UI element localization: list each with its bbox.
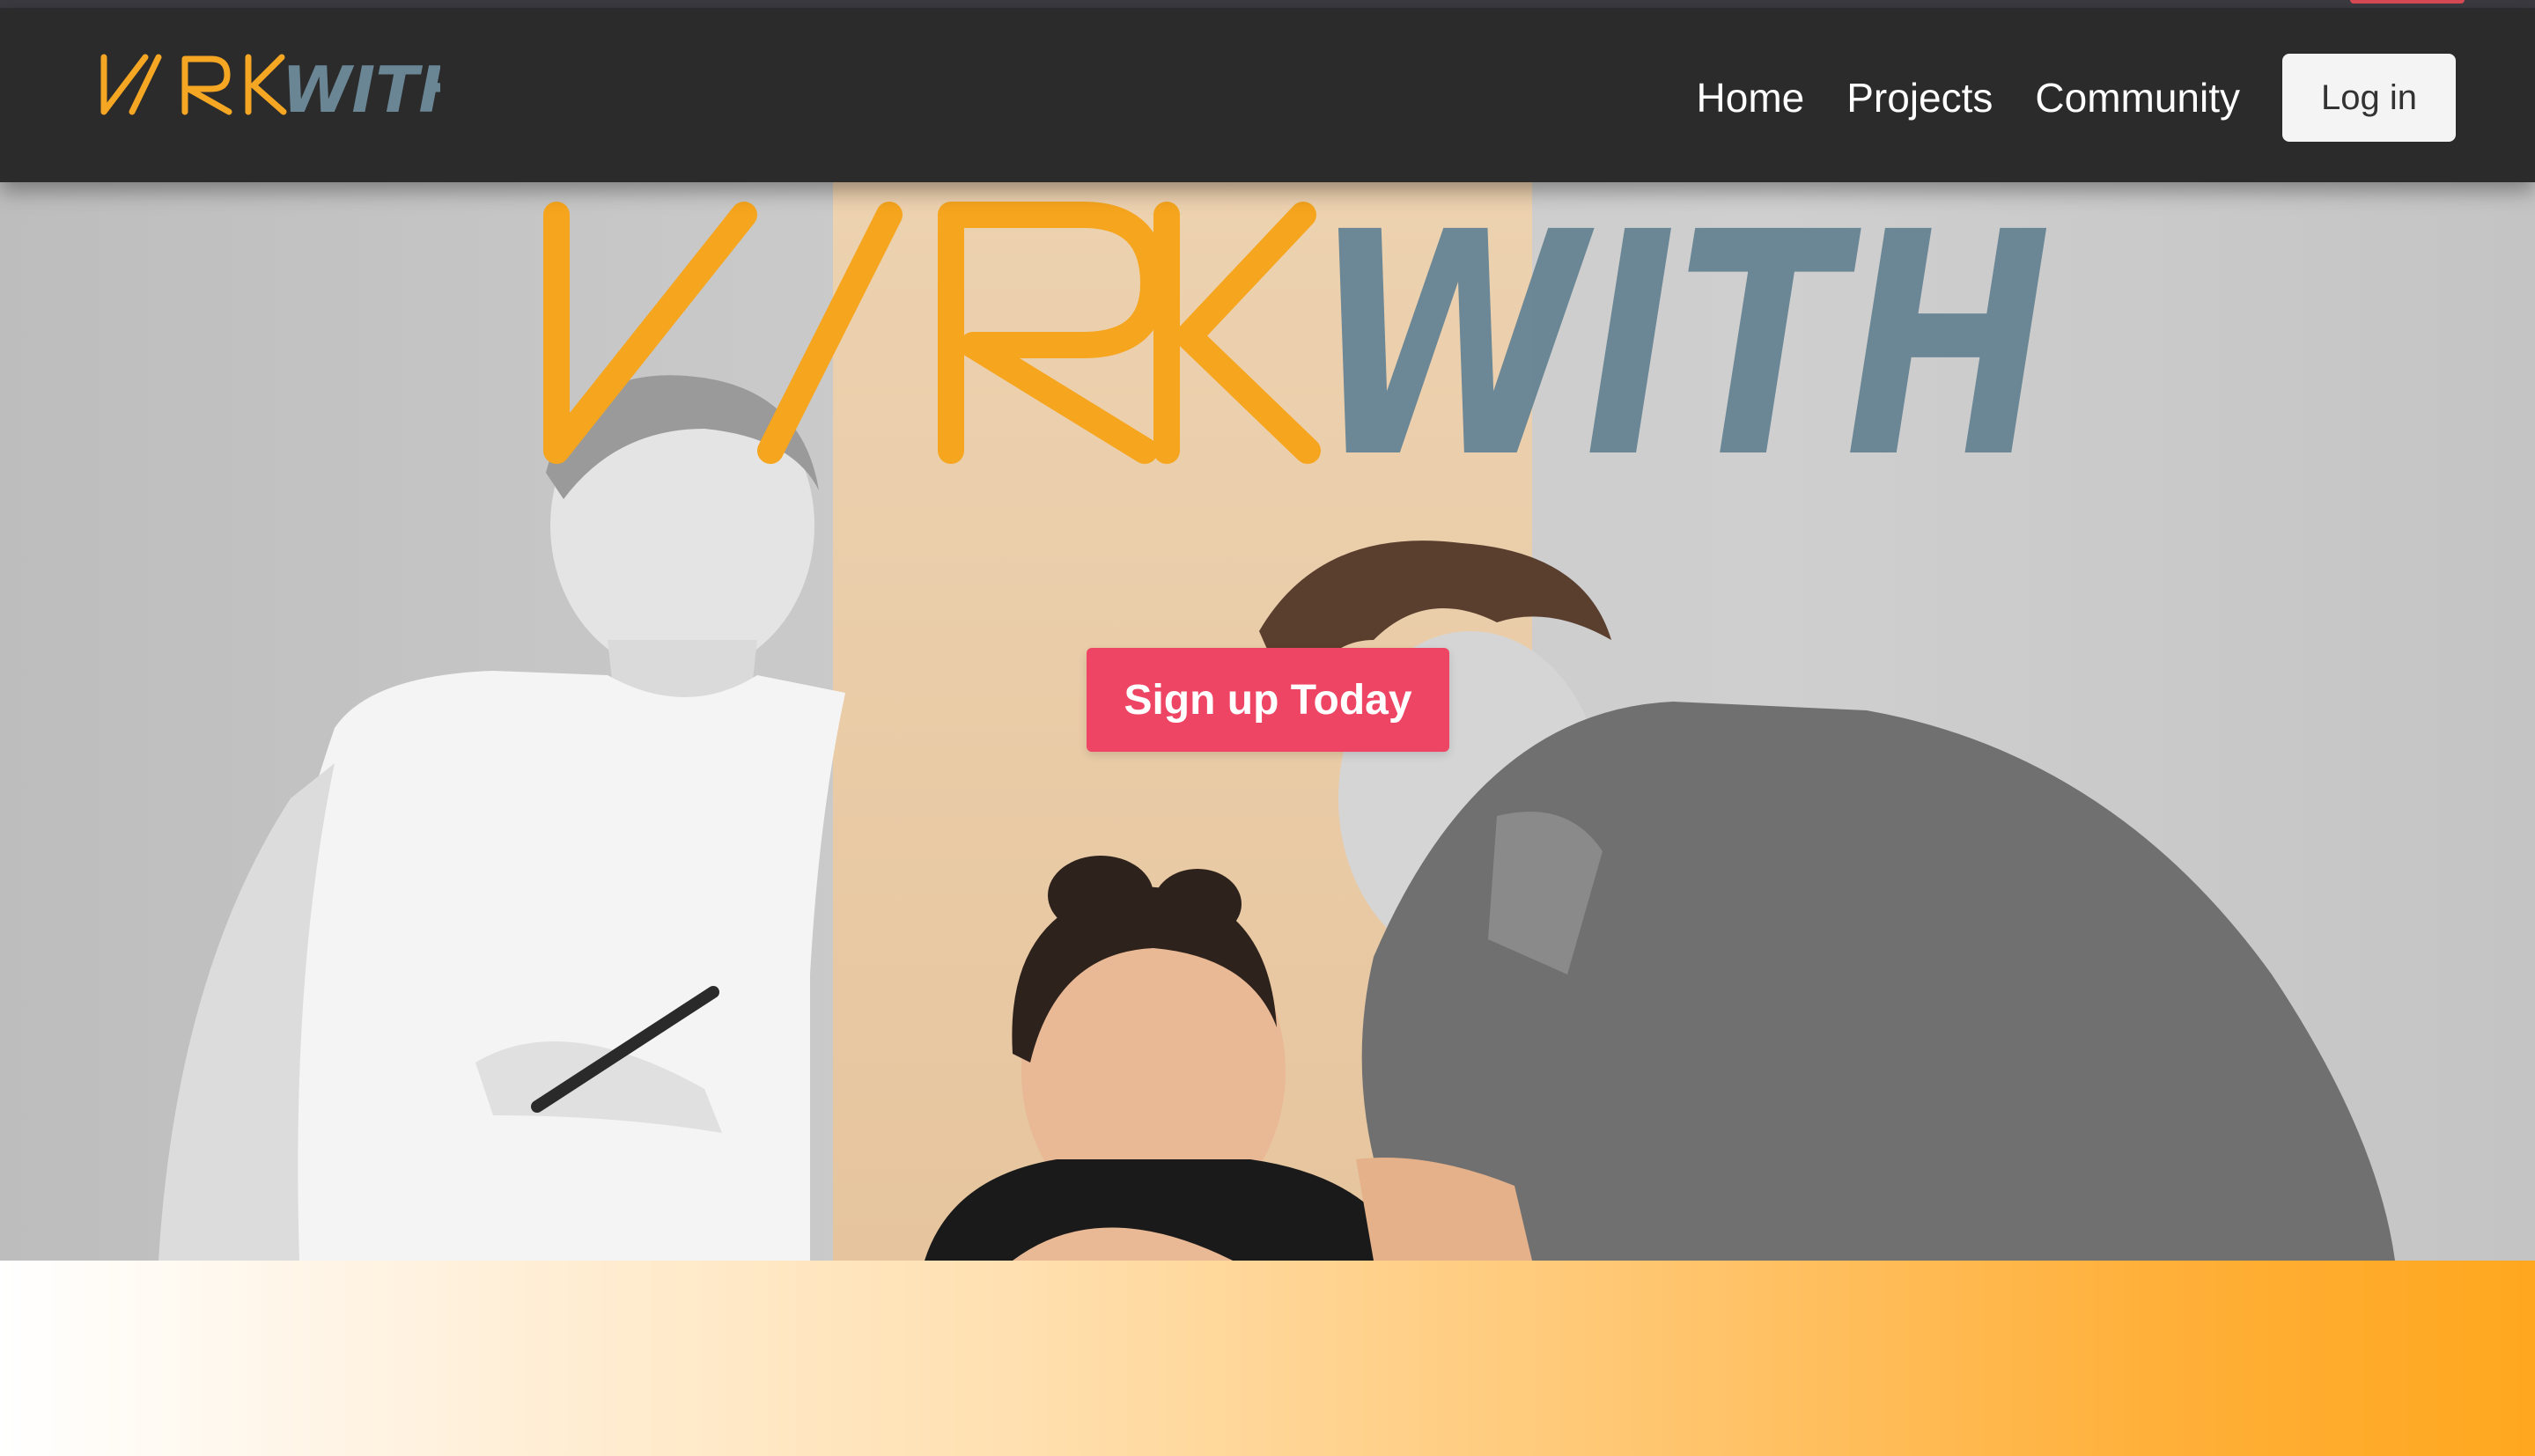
woman-left-figure — [158, 375, 845, 1261]
signup-cta-button[interactable]: Sign up Today — [1087, 648, 1449, 752]
hero-section: WITH Sign up Today — [0, 182, 2535, 1261]
wrkwith-logo-icon: WITH — [100, 53, 440, 121]
nav-projects-link[interactable]: Projects — [1846, 74, 1993, 121]
svg-text:WITH: WITH — [1312, 195, 2052, 477]
hero-bottom-gradient-band — [0, 1261, 2535, 1456]
navbar: WITH Home Projects Community Log in — [0, 8, 2535, 182]
brand-logo[interactable]: WITH — [97, 50, 440, 121]
page: WITH Home Projects Community Log in — [0, 0, 2535, 1456]
browser-top-strip — [0, 0, 2535, 8]
woman-center-figure — [925, 856, 1409, 1261]
nav-home-link[interactable]: Home — [1697, 74, 1805, 121]
svg-text:WITH: WITH — [282, 53, 440, 121]
main-nav: Home Projects Community Log in — [1697, 54, 2456, 142]
hero-wrkwith-wordmark: WITH — [543, 195, 2052, 477]
login-button[interactable]: Log in — [2282, 54, 2456, 142]
browser-tab-indicator — [2350, 0, 2465, 4]
nav-community-link[interactable]: Community — [2035, 74, 2240, 121]
